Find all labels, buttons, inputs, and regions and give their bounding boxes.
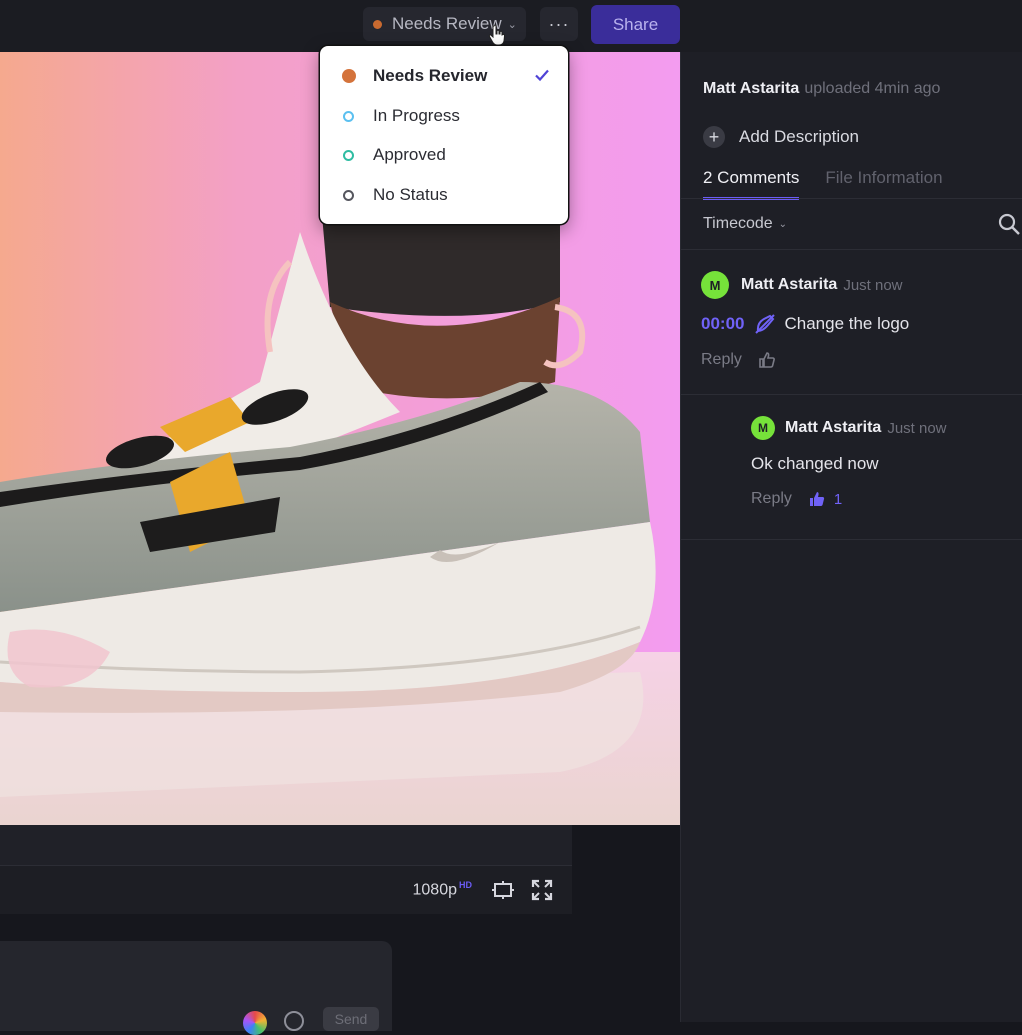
- comment-item: M Matt Astarita Just now 00:00 Change th…: [701, 271, 909, 369]
- add-description-label: Add Description: [739, 127, 860, 146]
- uploader-info: Matt Astarita uploaded 4min ago: [703, 80, 940, 98]
- like-button[interactable]: 1: [808, 490, 842, 508]
- like-button[interactable]: [758, 351, 776, 369]
- comment-composer[interactable]: Send: [0, 941, 392, 1035]
- upload-time: uploaded 4min ago: [804, 80, 941, 97]
- filter-divider: [681, 249, 1022, 250]
- status-option-label: In Progress: [373, 106, 460, 125]
- status-dot-icon: [373, 19, 382, 29]
- uploader-name: Matt Astarita: [703, 80, 800, 97]
- status-ring-icon: [343, 149, 354, 161]
- tabs-divider: [681, 198, 1022, 199]
- more-options-button[interactable]: ···: [540, 7, 578, 41]
- like-count: 1: [833, 490, 843, 508]
- comment-actions: Reply 1: [751, 490, 947, 508]
- tab-file-information[interactable]: File Information: [825, 168, 942, 200]
- comment-divider: [681, 394, 1022, 395]
- status-dot-icon: [342, 69, 356, 83]
- send-button[interactable]: Send: [323, 1007, 379, 1031]
- comment-text: Change the logo: [784, 314, 910, 333]
- status-option-label: Needs Review: [373, 66, 488, 85]
- fullscreen-icon[interactable]: [531, 879, 553, 901]
- comment-reply-item: M Matt Astarita Just now Ok changed now …: [751, 416, 947, 508]
- timeline-scrubber[interactable]: [0, 825, 572, 866]
- quality-label: 1080p: [412, 881, 458, 899]
- search-icon[interactable]: [997, 212, 1021, 236]
- status-ring-icon: [343, 110, 354, 122]
- comment-time: Just now: [843, 276, 903, 294]
- comment-header: M Matt Astarita Just now: [751, 416, 947, 440]
- comment-author: Matt Astarita: [785, 419, 882, 436]
- color-palette-icon[interactable]: [243, 1011, 267, 1035]
- comment-text: Ok changed now: [751, 454, 879, 473]
- comment-body: 00:00 Change the logo: [701, 313, 909, 335]
- reply-button[interactable]: Reply: [701, 351, 742, 369]
- status-option-label: Approved: [373, 145, 446, 164]
- status-label: Needs Review: [392, 14, 502, 33]
- comment-timecode[interactable]: 00:00: [701, 314, 744, 334]
- checkmark-icon: [535, 69, 549, 82]
- status-option-label: No Status: [373, 185, 448, 204]
- chevron-down-icon: ⌄: [778, 218, 788, 230]
- comment-actions: Reply: [701, 351, 909, 369]
- sort-filter-dropdown[interactable]: Timecode ⌄: [703, 215, 787, 233]
- comments-sidebar: Matt Astarita uploaded 4min ago + Add Des…: [680, 52, 1022, 1022]
- avatar: M: [751, 416, 775, 440]
- chevron-down-icon: ⌄: [507, 18, 517, 31]
- avatar: M: [701, 271, 729, 299]
- comment-header: M Matt Astarita Just now: [701, 271, 909, 299]
- comment-divider: [681, 539, 1022, 540]
- comment-body: Ok changed now: [751, 454, 947, 474]
- fit-screen-icon[interactable]: [492, 879, 514, 901]
- status-option-needs-review[interactable]: Needs Review: [320, 56, 568, 96]
- tab-comments[interactable]: 2 Comments: [703, 168, 800, 200]
- status-option-no-status[interactable]: No Status: [320, 175, 568, 215]
- plus-icon: +: [703, 126, 725, 148]
- hand-cursor-icon: [488, 24, 506, 46]
- filter-label: Timecode: [703, 215, 773, 232]
- emoji-icon[interactable]: [284, 1011, 304, 1031]
- thumbs-up-filled-icon: [809, 492, 825, 506]
- reply-button[interactable]: Reply: [751, 490, 792, 508]
- sidebar-tabs: 2 Comments File Information: [703, 168, 969, 200]
- annotation-hidden-icon[interactable]: [754, 313, 776, 335]
- hd-badge: HD: [459, 880, 472, 890]
- comment-author: Matt Astarita: [741, 276, 838, 293]
- status-option-in-progress[interactable]: In Progress: [320, 96, 568, 136]
- quality-selector[interactable]: 1080p HD: [413, 880, 473, 899]
- top-toolbar: Needs Review ⌄ ··· Share: [0, 0, 1022, 52]
- share-button[interactable]: Share: [591, 5, 680, 44]
- add-description-button[interactable]: + Add Description: [703, 126, 859, 148]
- status-option-approved[interactable]: Approved: [320, 135, 568, 175]
- status-dropdown-menu: Needs Review In Progress Approved No Sta…: [320, 46, 568, 224]
- player-controls: 1080p HD: [0, 866, 572, 914]
- thumbs-up-icon: [759, 352, 775, 368]
- status-ring-icon: [343, 189, 354, 201]
- comment-time: Just now: [887, 419, 947, 437]
